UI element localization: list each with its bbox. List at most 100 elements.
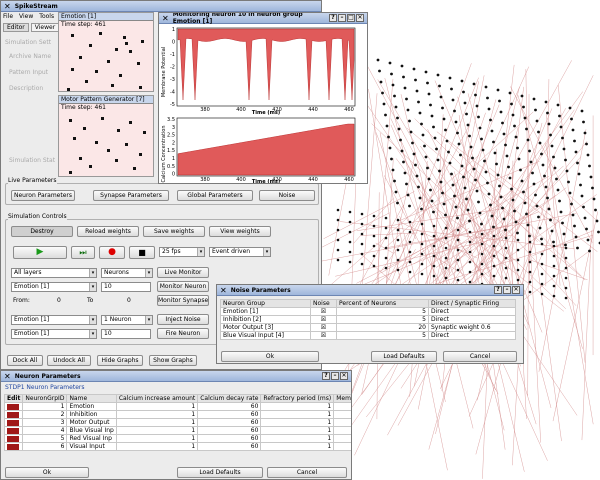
close-icon[interactable]: ✕ bbox=[512, 286, 520, 294]
monitor-synapse-button[interactable]: Monitor Synapse bbox=[157, 295, 209, 306]
dock-all-button[interactable]: Dock All bbox=[7, 355, 43, 366]
neuron-dot bbox=[458, 143, 461, 146]
noise-percent[interactable]: 5 bbox=[337, 332, 429, 340]
tick-label: 1 bbox=[172, 27, 175, 33]
view-weights-button[interactable]: View weights bbox=[209, 226, 271, 237]
table-row[interactable]: Emotion [1] ☒ 5 Direct bbox=[221, 308, 516, 316]
table-row[interactable]: Motor Output [3] ☒ 20 Synaptic weight 0.6 bbox=[221, 324, 516, 332]
x-icon: ✕ bbox=[220, 286, 227, 295]
tab-viewer[interactable]: Viewer bbox=[31, 23, 59, 32]
noise-group-select[interactable]: Emotion [1] ▾ bbox=[11, 315, 97, 325]
monitor-neuron-button[interactable]: Monitor Neuron bbox=[157, 281, 209, 292]
menu-file[interactable]: File bbox=[3, 13, 13, 20]
mode-select[interactable]: Event driven ▾ bbox=[209, 247, 271, 257]
edit-icon[interactable] bbox=[5, 403, 23, 411]
np-header-membrane: Membrane bbox=[334, 395, 352, 403]
neuron-dot bbox=[501, 122, 504, 125]
noise-checkbox[interactable]: ☒ bbox=[311, 324, 337, 332]
menu-view[interactable]: View bbox=[19, 13, 33, 20]
minimize-icon[interactable]: – bbox=[338, 14, 346, 22]
neuron-dot bbox=[549, 134, 552, 137]
np-name: Visual Input bbox=[67, 443, 116, 451]
hide-graphs-button[interactable]: Hide Graphs bbox=[97, 355, 143, 366]
neuron-parameters-button[interactable]: Neuron Parameters bbox=[11, 190, 75, 201]
noise-cancel-button[interactable]: Cancel bbox=[443, 351, 517, 362]
inject-noise-button[interactable]: Inject Noise bbox=[157, 314, 209, 325]
noise-checkbox[interactable]: ☒ bbox=[311, 332, 337, 340]
noise-firing[interactable]: Synaptic weight 0.6 bbox=[429, 324, 516, 332]
noise-percent[interactable]: 20 bbox=[337, 324, 429, 332]
neuron-dot bbox=[395, 106, 398, 109]
neuron-dot bbox=[438, 85, 441, 88]
help-icon[interactable]: ? bbox=[494, 286, 502, 294]
edit-icon[interactable] bbox=[5, 443, 23, 451]
neuron-dot bbox=[431, 200, 434, 203]
noise-percent[interactable]: 5 bbox=[337, 316, 429, 324]
fire-neuron-button[interactable]: Fire Neuron bbox=[157, 328, 209, 339]
np-cancel-button[interactable]: Cancel bbox=[267, 467, 347, 478]
table-row[interactable]: 3 Motor Output 1 60 1 bbox=[5, 419, 353, 427]
noise-firing[interactable]: Direct bbox=[429, 308, 516, 316]
tab-editor[interactable]: Editor bbox=[3, 23, 29, 32]
noise-firing[interactable]: Direct bbox=[429, 332, 516, 340]
fire-group-select[interactable]: Emotion [1] ▾ bbox=[11, 329, 97, 339]
neuron-dot bbox=[457, 279, 460, 282]
neuron-dot bbox=[527, 139, 530, 142]
spike-dot bbox=[79, 56, 82, 59]
edit-icon[interactable] bbox=[5, 435, 23, 443]
stop-button[interactable]: ■ bbox=[129, 246, 155, 259]
noise-firing[interactable]: Direct bbox=[429, 316, 516, 324]
noise-load-defaults-button[interactable]: Load Defaults bbox=[371, 351, 437, 362]
reload-weights-button[interactable]: Reload weights bbox=[77, 226, 139, 237]
noise-amount-select[interactable]: 1 Neuron ▾ bbox=[101, 315, 153, 325]
table-row[interactable]: Inhibition [2] ☒ 5 Direct bbox=[221, 316, 516, 324]
help-icon[interactable]: ? bbox=[329, 14, 337, 22]
table-row[interactable]: 5 Red Visual Inp 1 60 1 bbox=[5, 435, 353, 443]
minimize-icon[interactable]: – bbox=[503, 286, 511, 294]
global-parameters-button[interactable]: Global Parameters bbox=[177, 190, 253, 201]
np-load-defaults-button[interactable]: Load Defaults bbox=[177, 467, 263, 478]
minimize-icon[interactable]: – bbox=[331, 372, 339, 380]
table-row[interactable]: 1 Emotion 1 60 1 bbox=[5, 403, 353, 411]
np-name: Inhibition bbox=[67, 411, 116, 419]
close-icon[interactable]: ✕ bbox=[356, 14, 364, 22]
neuron-dot bbox=[515, 136, 518, 139]
fps-select[interactable]: 25 fps ▾ bbox=[159, 247, 205, 257]
noise-ok-button[interactable]: Ok bbox=[221, 351, 319, 362]
noise-button[interactable]: Noise bbox=[259, 190, 315, 201]
noise-percent[interactable]: 5 bbox=[337, 308, 429, 316]
neuron-dot bbox=[548, 123, 551, 126]
edit-icon[interactable] bbox=[5, 427, 23, 435]
noise-checkbox[interactable]: ☒ bbox=[311, 316, 337, 324]
tick-label: 400 bbox=[236, 107, 246, 113]
synapse-parameters-button[interactable]: Synapse Parameters bbox=[93, 190, 169, 201]
record-button[interactable]: ● bbox=[99, 246, 125, 259]
neuron-dot bbox=[581, 110, 584, 113]
table-row[interactable]: Blue Visual Input [4] ☒ 5 Direct bbox=[221, 332, 516, 340]
destroy-button[interactable]: Destroy bbox=[11, 226, 73, 237]
play-button[interactable]: ▶ bbox=[13, 246, 67, 259]
monitor-group-select[interactable]: Emotion [1] ▾ bbox=[11, 282, 97, 292]
edit-icon[interactable] bbox=[5, 411, 23, 419]
undock-all-button[interactable]: Undock All bbox=[47, 355, 91, 366]
live-monitor-button[interactable]: Live Monitor bbox=[157, 267, 209, 278]
np-ok-button[interactable]: Ok bbox=[5, 467, 89, 478]
table-row[interactable]: 6 Visual Input 1 60 1 bbox=[5, 443, 353, 451]
neurons-select[interactable]: Neurons ▾ bbox=[101, 268, 153, 278]
menu-tools[interactable]: Tools bbox=[39, 13, 54, 20]
table-row[interactable]: 2 Inhibition 1 60 1 bbox=[5, 411, 353, 419]
edit-icon[interactable] bbox=[5, 419, 23, 427]
neuron-dot bbox=[411, 142, 414, 145]
show-graphs-button[interactable]: Show Graphs bbox=[149, 355, 197, 366]
help-icon[interactable]: ? bbox=[322, 372, 330, 380]
np-calcium-inc: 1 bbox=[116, 419, 197, 427]
maximize-icon[interactable]: □ bbox=[347, 14, 355, 22]
save-weights-button[interactable]: Save weights bbox=[143, 226, 205, 237]
fire-neuron-field[interactable]: 10 bbox=[101, 329, 151, 339]
noise-checkbox[interactable]: ☒ bbox=[311, 308, 337, 316]
close-icon[interactable]: ✕ bbox=[340, 372, 348, 380]
step-button[interactable]: ⏭ bbox=[71, 246, 95, 259]
layers-select[interactable]: All layers ▾ bbox=[11, 268, 97, 278]
table-row[interactable]: 4 Blue Visual Inp 1 60 1 bbox=[5, 427, 353, 435]
neuron-id-field[interactable]: 10 bbox=[101, 282, 151, 292]
